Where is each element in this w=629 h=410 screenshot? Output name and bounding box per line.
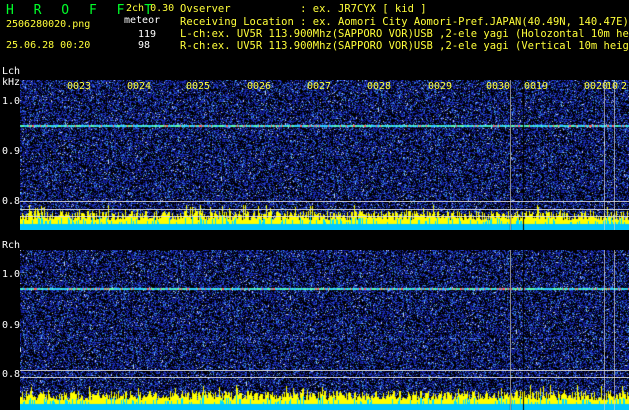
lch-ref-line [20,201,629,202]
lch-unit: kHz [2,77,21,88]
lch-marker-line [510,80,511,230]
rch-ref-line [20,370,629,371]
lch-spectrogram [20,80,629,230]
mode-label: meteor [124,15,161,26]
time-label: 0028 [367,81,392,92]
time-label: 0030 [486,81,511,92]
time-label: 0019 [524,81,549,92]
rch-marker-line [614,250,615,410]
lch-ref-line [20,216,629,217]
time-label: 0023 [67,81,92,92]
rch-marker-line [510,250,511,410]
time-label: 10 [606,81,619,92]
rch-info-line: R-ch:ex. UV5R 113.900Mhz(SAPPORO VOR)USB… [180,40,629,52]
time-label: 0024 [127,81,152,92]
lch-ref-line [20,209,629,210]
timestamp-label: 25.06.28 00:20 [6,40,91,51]
lch-tick-1: 1.0 [2,96,21,107]
rch-marker-line [604,250,605,410]
lch-tick-2: 0.9 [2,146,21,157]
location-line: Receiving Location : ex. Aomori City Aom… [180,16,629,28]
rch-tick-1: 1.0 [2,269,21,280]
rch-label: Rch [2,240,21,251]
channel-setting: 2ch 0.30 [126,3,175,14]
time-label: 0027 [307,81,332,92]
lch-tick-3: 0.8 [2,196,21,207]
count-lch: 119 [138,29,157,40]
time-label: 2 [621,81,628,92]
time-label: 0025 [186,81,211,92]
lch-info-line: L-ch:ex. UV5R 113.900Mhz(SAPPORO VOR)USB… [180,28,629,40]
rch-ref-line [20,377,629,378]
lch-label: Lch [2,66,21,77]
lch-marker-line [604,80,605,230]
observer-line: Ovserver : ex. JR7CYX [ kid ] [180,3,427,15]
count-rch: 98 [138,40,151,51]
lch-marker-line [614,80,615,230]
rch-spectrogram [20,250,629,410]
rch-tick-3: 0.8 [2,369,21,380]
time-label: 0029 [428,81,453,92]
filename-label: 2506280020.png [6,19,91,30]
time-label: 0026 [247,81,272,92]
rch-tick-2: 0.9 [2,320,21,331]
